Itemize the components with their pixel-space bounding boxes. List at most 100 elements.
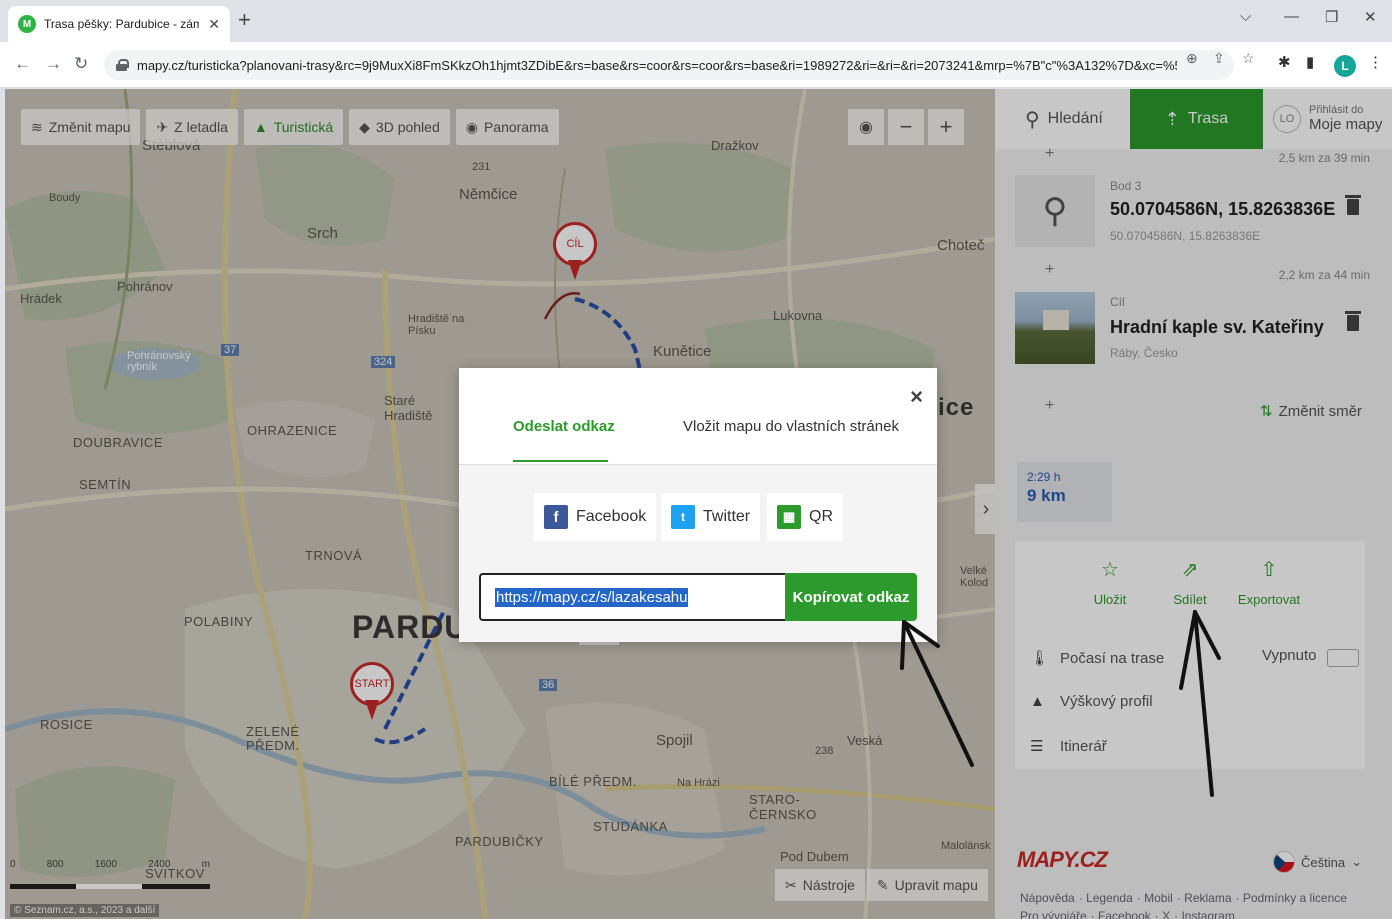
add-waypoint-button[interactable]: +: [1045, 261, 1054, 279]
add-waypoint-button[interactable]: +: [1045, 397, 1054, 415]
tab-embed-map[interactable]: Vložit mapu do vlastních stránek: [683, 418, 899, 435]
waypoint-title[interactable]: 50.0704586N, 15.8263836E: [1110, 199, 1335, 220]
weather-option[interactable]: 🌡︎ Počasí na trase: [1030, 649, 1164, 668]
tools-label: Nástroje: [802, 877, 855, 893]
close-tab-icon[interactable]: ✕: [208, 16, 220, 33]
footer-link[interactable]: X: [1162, 909, 1170, 919]
map-label: Na Hrázi: [677, 777, 720, 789]
star-icon: ☆: [1101, 559, 1119, 581]
browser-tab[interactable]: M Trasa pěšky: Pardubice - zámek, ✕: [8, 6, 230, 42]
map-label: STUDÁNKA: [593, 819, 668, 834]
pin-start[interactable]: START: [350, 662, 394, 722]
tab-search-icon[interactable]: ⌵: [1240, 8, 1251, 25]
target-photo[interactable]: [1015, 292, 1095, 364]
new-tab-button[interactable]: +: [238, 9, 251, 31]
pencil-icon: ✎: [876, 876, 889, 893]
footer-link[interactable]: Pro vývojáře: [1020, 909, 1087, 919]
trash-icon[interactable]: [1345, 311, 1361, 331]
bookmark-star-icon[interactable]: ☆: [1242, 50, 1255, 67]
trash-icon[interactable]: [1345, 195, 1361, 215]
extensions-icon[interactable]: ✱: [1278, 53, 1291, 71]
address-bar: ← → ↻ mapy.cz/turisticka?planovani-trasy…: [0, 42, 1392, 88]
map-label: BÍLÉ PŘEDM.: [549, 774, 637, 789]
share-link-field[interactable]: https://mapy.cz/s/lazakesahu: [479, 573, 787, 621]
footer-link[interactable]: Facebook: [1098, 909, 1151, 919]
login-button[interactable]: LO Přihlásit do Moje mapy: [1263, 89, 1392, 149]
zoom-out-button[interactable]: −: [888, 109, 924, 145]
change-map-button[interactable]: ≋ Změnit mapu: [21, 109, 141, 145]
qr-share-button[interactable]: ▦ QR: [767, 493, 843, 541]
map-label: Veská: [847, 733, 883, 748]
map-label: Kunětice: [653, 343, 712, 360]
forward-button[interactable]: →: [45, 54, 62, 74]
edit-map-button[interactable]: ✎ Upravit mapu: [866, 869, 988, 901]
restore-button[interactable]: ❐: [1325, 8, 1338, 26]
change-direction-button[interactable]: ⇅ Změnit směr: [1260, 402, 1362, 421]
pin-cil[interactable]: CÍL: [553, 222, 597, 282]
reload-button[interactable]: ↻: [74, 54, 88, 74]
zoom-icon[interactable]: ⊕: [1186, 50, 1198, 67]
route-tab[interactable]: ⇡ Trasa: [1130, 89, 1263, 149]
3d-view-button[interactable]: ◆ 3D pohled: [349, 109, 450, 145]
profile-avatar[interactable]: L: [1334, 55, 1356, 77]
elevation-option[interactable]: ▲ Výškový profil: [1030, 693, 1153, 710]
search-tab[interactable]: ⚲ Hledání: [995, 89, 1130, 149]
mapy-logo[interactable]: MAPY.CZ: [1017, 847, 1108, 873]
side-panel-icon[interactable]: ▮: [1306, 53, 1314, 71]
cube-icon: ◆: [359, 118, 370, 135]
map-copyright[interactable]: © Seznam.cz, a.s., 2023 a další: [10, 904, 160, 917]
share-page-icon[interactable]: ⇪: [1213, 50, 1225, 67]
route-icon: ⇡: [1164, 108, 1180, 129]
close-window-button[interactable]: ✕: [1364, 8, 1377, 26]
tourist-map-button[interactable]: ▲ Turistická: [243, 109, 344, 145]
tab-title: Trasa pěšky: Pardubice - zámek,: [44, 17, 199, 31]
tools-button[interactable]: ✂ Nástroje: [775, 869, 865, 901]
panorama-label: Panorama: [483, 119, 549, 135]
list-icon: ☰: [1030, 738, 1044, 755]
minimize-button[interactable]: —: [1284, 8, 1299, 25]
weather-toggle[interactable]: [1327, 649, 1359, 667]
panorama-button[interactable]: ◉ Panorama: [455, 109, 559, 145]
save-label: Uložit: [1093, 592, 1127, 607]
footer-links: Nápověda · Legenda · Mobil · Reklama · Podmí…: [1020, 889, 1380, 919]
mountain-icon: ▲: [253, 119, 268, 135]
collapse-panel-chevron-icon[interactable]: ›: [975, 484, 995, 534]
share-label: Sdílet: [1173, 592, 1207, 607]
footer-link[interactable]: Instagram: [1181, 909, 1234, 919]
footer-link[interactable]: Reklama: [1184, 891, 1231, 905]
browser-menu-icon[interactable]: ⋮: [1368, 53, 1383, 71]
tab-send-link[interactable]: Odeslat odkaz: [513, 418, 615, 435]
share-button[interactable]: ⇗ Sdílet: [1150, 557, 1230, 607]
itinerary-label: Itinerář: [1060, 737, 1107, 755]
save-button[interactable]: ☆ Uložit: [1070, 557, 1150, 607]
close-icon[interactable]: ×: [910, 384, 923, 410]
map-label: Malolánsk: [941, 840, 991, 852]
itinerary-option[interactable]: ☰ Itinerář: [1030, 737, 1107, 756]
dialog-body: f Facebook t Twitter ▦ QR https://mapy.c…: [459, 465, 937, 642]
summary-time: 2:29 h: [1027, 470, 1061, 484]
route-tab-label: Trasa: [1187, 110, 1229, 127]
footer-link[interactable]: Nápověda: [1020, 891, 1075, 905]
url-field[interactable]: mapy.cz/turisticka?planovani-trasy&rc=9j…: [104, 50, 1234, 80]
language-selector[interactable]: Čeština ⌄: [1273, 851, 1362, 873]
twitter-icon: t: [671, 505, 695, 529]
footer-link[interactable]: Podmínky a licence: [1243, 891, 1347, 905]
facebook-share-button[interactable]: f Facebook: [534, 493, 657, 541]
waypoint-sub: 50.0704586N, 15.8263836E: [1110, 229, 1261, 243]
zoom-in-button[interactable]: +: [928, 109, 964, 145]
target-title[interactable]: Hradní kaple sv. Kateřiny: [1110, 317, 1324, 338]
back-button[interactable]: ←: [14, 54, 31, 74]
locate-me-button[interactable]: ◉: [848, 109, 884, 145]
target-sub: Ráby, Česko: [1110, 346, 1178, 360]
footer-link[interactable]: Mobil: [1144, 891, 1173, 905]
footer-link[interactable]: Legenda: [1086, 891, 1133, 905]
add-waypoint-button[interactable]: +: [1045, 145, 1054, 163]
map-label: Pohránov: [117, 279, 173, 294]
twitter-share-button[interactable]: t Twitter: [661, 493, 761, 541]
pin-tail: [365, 700, 379, 720]
aerial-map-button[interactable]: ✈ Z letadla: [146, 109, 238, 145]
scale-tick: 0: [10, 859, 16, 870]
export-button[interactable]: ⇧ Exportovat: [1229, 557, 1309, 607]
copy-link-button[interactable]: Kopírovat odkaz: [785, 573, 917, 621]
map-toolbar: ≋ Změnit mapu ✈ Z letadla ▲ Turistická ◆ 3D …: [21, 109, 559, 145]
